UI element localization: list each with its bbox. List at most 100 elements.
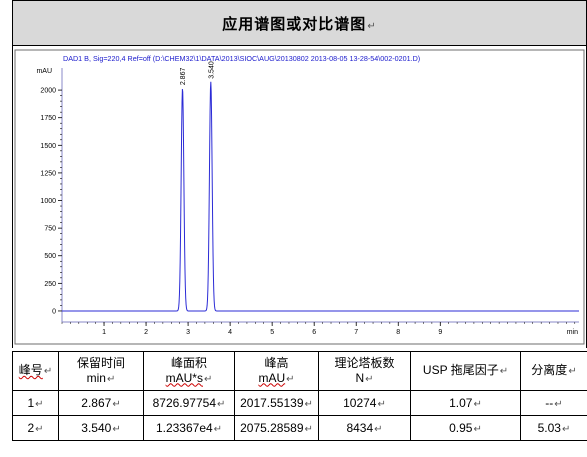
table-cell-value: 0.95 [449, 421, 473, 435]
paragraph-mark: ↵ [473, 424, 482, 435]
table-cell: 2.867↵ [58, 390, 144, 416]
table-cell-value: 8726.97754 [152, 396, 216, 410]
peak-label: 3.540 [208, 61, 215, 79]
peak-label: 2.867 [180, 68, 187, 86]
table-cell: --↵ [520, 390, 587, 416]
paragraph-mark: ↵ [554, 399, 563, 410]
paragraph-mark: ↵ [213, 424, 223, 435]
y-tick-label: 250 [44, 281, 56, 288]
table-header-label: 分离度 [531, 363, 568, 377]
table-cell: 1.07↵ [410, 390, 521, 416]
table-header-4: 峰高 mAU↵ [234, 351, 319, 391]
table-header-2: 保留时间 min↵ [58, 351, 144, 391]
table-cell-value: 10274 [343, 396, 377, 410]
table-cell: 8726.97754↵ [143, 390, 235, 416]
table-row: 2↵ 3.540↵ 1.23367e4↵ 2075.28589↵ 8434↵ 0.95↵ 5… [12, 415, 587, 441]
chart-inner-border [14, 49, 585, 345]
signal-trace [62, 81, 579, 312]
paragraph-mark: ↵ [43, 366, 53, 377]
paragraph-mark: ↵ [365, 373, 374, 385]
x-tick-label: 3 [186, 329, 190, 336]
table-header-6: USP 拖尾因子↵ [410, 351, 521, 391]
table-header-3: 峰面积 mAU*s↵ [143, 351, 235, 391]
paragraph-mark: ↵ [106, 373, 116, 385]
table-header-label: 理论塔板数 [334, 355, 395, 370]
table-header-row: 峰号↵ 保留时间 min↵ 峰面积 mAU*s↵ 峰高 mAU↵ 理论塔板数 N↵ USP 拖尾因… [12, 351, 587, 391]
paragraph-mark: ↵ [367, 20, 377, 32]
y-axis-unit: mAU [36, 68, 52, 75]
paragraph-mark: ↵ [561, 424, 571, 435]
table-cell-value: 5.03 [537, 421, 561, 435]
x-tick-label: 5 [270, 329, 274, 336]
paragraph-mark: ↵ [304, 399, 313, 410]
x-tick-label: 4 [228, 329, 232, 336]
results-table: 峰号↵ 保留时间 min↵ 峰面积 mAU*s↵ 峰高 mAU↵ 理论塔板数 N↵ USP 拖尾因… [12, 351, 587, 441]
table-cell-value: 2 [27, 421, 35, 435]
y-tick-label: 750 [44, 226, 56, 233]
x-tick-label: 2 [144, 329, 148, 336]
paragraph-mark: ↵ [112, 399, 121, 410]
page-title: 应用谱图或对比谱图↵ [222, 13, 376, 34]
paragraph-mark: ↵ [377, 399, 386, 410]
table-cell-value: 1.07 [449, 396, 473, 410]
chromatogram-frame: DAD1 B, Sig=220,4 Ref=off (D:\CHEM32\1\D… [12, 46, 587, 348]
table-cell: 10274↵ [318, 390, 411, 416]
table-cell-value: 1 [27, 396, 35, 410]
y-tick-label: 1750 [40, 115, 56, 122]
table-cell: 2075.28589↵ [234, 415, 319, 441]
x-tick-label: 6 [312, 329, 316, 336]
table-header-unit: N [355, 370, 365, 385]
y-tick-label: 1250 [40, 170, 56, 177]
paragraph-mark: ↵ [203, 373, 213, 385]
table-cell: 8434↵ [318, 415, 411, 441]
table-cell: 1↵ [12, 390, 59, 416]
paragraph-mark: ↵ [568, 366, 577, 377]
y-tick-label: 0 [52, 308, 56, 315]
chart-header-text: DAD1 B, Sig=220,4 Ref=off (D:\CHEM32\1\D… [63, 54, 420, 63]
x-tick-label: 7 [354, 329, 358, 336]
table-row: 1↵ 2.867↵ 8726.97754↵ 2017.55139↵ 10274↵ 1.07… [12, 390, 587, 416]
table-header-unit: mAU [258, 370, 286, 385]
y-tick-label: 1000 [40, 198, 56, 205]
table-cell-value: -- [545, 396, 554, 410]
paragraph-mark: ↵ [286, 373, 295, 385]
table-cell-value: 2.867 [81, 396, 112, 410]
x-tick-label: 8 [396, 329, 400, 336]
table-header-label: USP 拖尾因子 [422, 363, 499, 377]
table-cell: 3.540↵ [58, 415, 144, 441]
paragraph-mark: ↵ [304, 424, 313, 435]
paragraph-mark: ↵ [35, 399, 44, 410]
table-header-5: 理论塔板数 N↵ [318, 351, 411, 391]
x-tick-label: 1 [102, 329, 106, 336]
chromatogram-chart: DAD1 B, Sig=220,4 Ref=off (D:\CHEM32\1\D… [14, 49, 585, 345]
table-cell-value: 1.23367e4 [155, 421, 213, 435]
table-header-label: 峰号 [18, 363, 43, 377]
table-cell: 0.95↵ [410, 415, 521, 441]
table-cell-value: 8434 [346, 421, 374, 435]
table-header-label: 保留时间 [76, 355, 125, 370]
table-cell: 2↵ [12, 415, 59, 441]
title-bar: 应用谱图或对比谱图↵ [12, 0, 587, 46]
table-header-1: 峰号↵ [12, 351, 59, 391]
table-header-7: 分离度↵ [520, 351, 587, 391]
y-tick-label: 1500 [40, 143, 56, 150]
paragraph-mark: ↵ [35, 424, 44, 435]
page-title-text: 应用谱图或对比谱图 [222, 14, 367, 33]
table-header-unit: min [86, 370, 106, 385]
paragraph-mark: ↵ [499, 366, 509, 377]
table-cell: 1.23367e4↵ [143, 415, 235, 441]
table-header-label: 峰面积 [170, 355, 207, 370]
y-tick-label: 2000 [40, 88, 56, 95]
table-cell-value: 3.540 [81, 421, 112, 435]
table-header-label: 峰高 [264, 355, 289, 370]
y-tick-label: 500 [44, 253, 56, 260]
paragraph-mark: ↵ [374, 424, 383, 435]
x-tick-label: 9 [438, 329, 442, 336]
table-body: 1↵ 2.867↵ 8726.97754↵ 2017.55139↵ 10274↵ 1.07… [12, 390, 587, 441]
table-cell-value: 2075.28589 [240, 421, 304, 435]
table-cell: 5.03↵ [520, 415, 587, 441]
paragraph-mark: ↵ [217, 399, 226, 410]
paragraph-mark: ↵ [112, 424, 121, 435]
paragraph-mark: ↵ [473, 399, 482, 410]
table-cell-value: 2017.55139 [240, 396, 304, 410]
